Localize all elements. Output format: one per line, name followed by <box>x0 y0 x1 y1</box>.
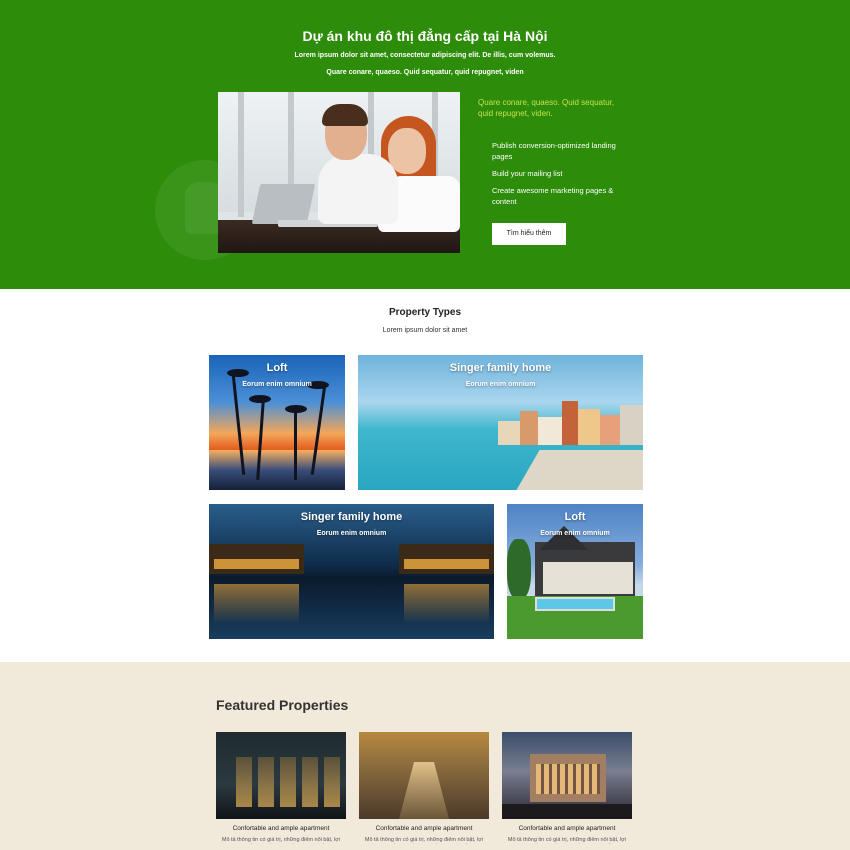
featured-property-name: Confortable and ample apartment <box>232 825 330 832</box>
card-subtitle: Eorum enim omnium <box>242 381 312 388</box>
featured-property-name: Confortable and ample apartment <box>375 825 473 832</box>
card-subtitle: Eorum enim omnium <box>540 530 610 537</box>
featured-property-image <box>216 732 346 819</box>
hero-feature-item: Publish conversion-optimized landing pag… <box>492 141 616 161</box>
card-subtitle: Eorum enim omnium <box>316 530 387 537</box>
card-title: Loft <box>564 511 586 523</box>
hero-feature-item: Build your mailing list <box>492 169 563 178</box>
property-types-title: Property Types <box>388 307 462 318</box>
property-types-subtitle: Lorem ipsum dolor sit amet <box>382 327 468 334</box>
hero-section: Dự án khu đô thị đẳng cấp tại Hà Nội Lor… <box>0 0 850 289</box>
featured-property-desc: Mô tả thông tin có giá trị, những điểm n… <box>221 837 341 843</box>
hero-subtitle-1: Lorem ipsum dolor sit amet, consectetur … <box>294 52 556 59</box>
hero-quote: Quare conare, quaeso. Quid sequatur, qui… <box>478 98 615 118</box>
property-card-loft[interactable]: Loft Eorum enim omnium <box>209 355 345 490</box>
featured-property-card[interactable]: Confortable and ample apartment Mô tả th… <box>359 732 489 844</box>
learn-more-button[interactable]: Tìm hiểu thêm <box>492 223 566 245</box>
hero-feature-list: Publish conversion-optimized landing pag… <box>492 140 632 213</box>
card-title: Loft <box>266 362 288 374</box>
hero-feature-item: Create awesome marketing pages & content <box>492 186 614 206</box>
card-subtitle: Eorum enim omnium <box>465 381 536 388</box>
hero-subtitle-2: Quare conare, quaeso. Quid sequatur, qui… <box>326 69 524 76</box>
hero-title: Dự án khu đô thị đẳng cấp tại Hà Nội <box>302 28 548 44</box>
featured-property-image <box>359 732 489 819</box>
featured-properties-section: Featured Properties Confortable and ampl… <box>0 662 850 850</box>
property-card-singer-family-home[interactable]: Singer family home Eorum enim omnium <box>209 504 494 639</box>
featured-property-card[interactable]: Confortable and ample apartment Mô tả th… <box>502 732 632 844</box>
featured-property-desc: Mô tả thông tin có giá trị, những điểm n… <box>507 837 627 843</box>
property-card-loft[interactable]: Loft Eorum enim omnium <box>507 504 643 639</box>
featured-title: Featured Properties <box>216 697 349 713</box>
featured-property-desc: Mô tả thông tin có giá trị, những điểm n… <box>364 837 484 843</box>
property-card-singer-family-home[interactable]: Singer family home Eorum enim omnium <box>358 355 643 490</box>
card-title: Singer family home <box>449 362 552 374</box>
featured-property-name: Confortable and ample apartment <box>518 825 616 832</box>
featured-property-image <box>502 732 632 819</box>
card-title: Singer family home <box>300 511 403 523</box>
featured-property-card[interactable]: Confortable and ample apartment Mô tả th… <box>216 732 346 844</box>
hero-photo-couple-laptop <box>218 92 460 253</box>
